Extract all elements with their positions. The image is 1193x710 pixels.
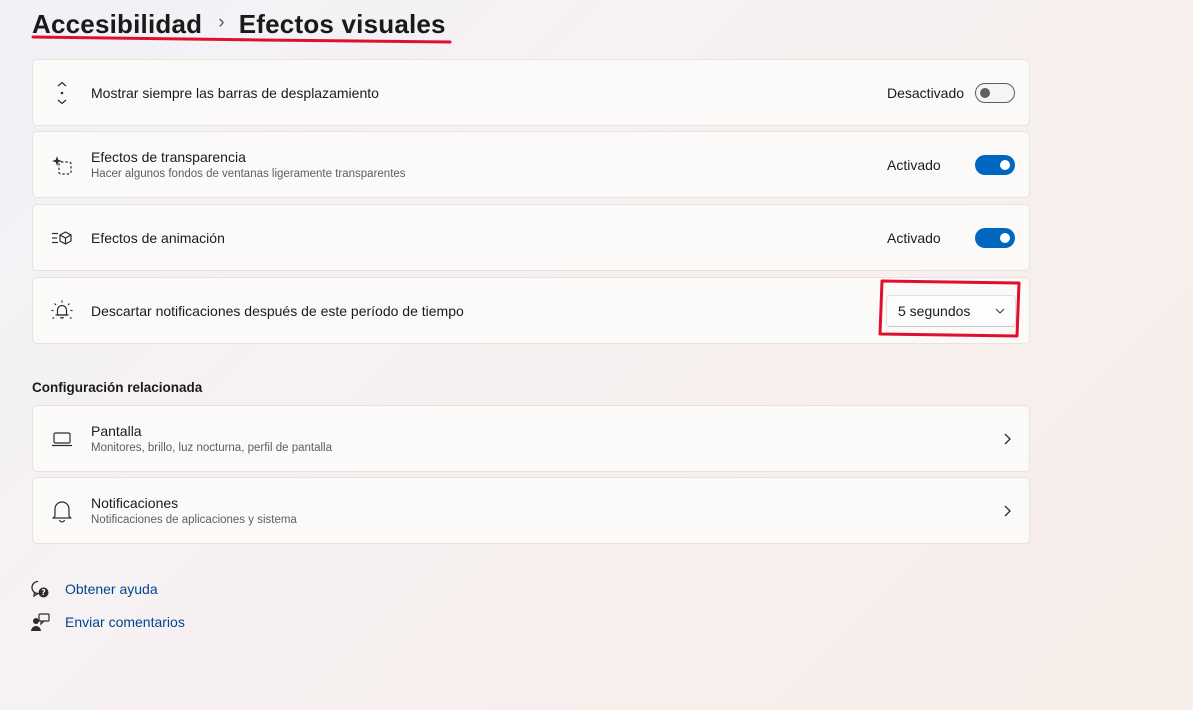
bell-icon [50,499,74,523]
toggle-knob [980,87,990,98]
toggle-knob [1000,159,1010,170]
notification-timeout-dropdown[interactable]: 5 segundos [886,294,1016,327]
breadcrumb: Accesibilidad › Efectos visuales [32,4,446,44]
send-feedback-link[interactable]: Enviar comentarios [30,611,185,633]
dropdown-value: 5 segundos [898,302,971,319]
toggle-knob [1000,232,1010,243]
related-item-description: Notificaciones de aplicaciones y sistema [91,513,297,526]
toggle-state-label: Activado [887,156,941,173]
scrollbar-icon [50,81,74,105]
breadcrumb-separator: › [218,12,225,33]
related-item-title: Pantalla [91,422,142,439]
setting-title: Efectos de transparencia [91,148,246,165]
send-feedback-label: Enviar comentarios [65,614,185,630]
breadcrumb-parent-accesibilidad[interactable]: Accesibilidad [32,9,202,40]
setting-dismiss-notifications-timeout[interactable]: Descartar notificaciones después de este… [32,277,1030,344]
chevron-down-icon [995,308,1005,314]
setting-transparency-effects[interactable]: Efectos de transparencia Hacer algunos f… [32,131,1030,198]
feedback-icon [30,612,50,632]
setting-always-show-scrollbars[interactable]: Mostrar siempre las barras de desplazami… [32,59,1030,126]
chevron-right-icon [1004,505,1011,516]
svg-text:?: ? [41,588,45,597]
notification-timer-icon [50,299,74,323]
related-settings-heading: Configuración relacionada [32,380,203,395]
toggle-state-label: Activado [887,229,941,246]
related-item-description: Monitores, brillo, luz nocturna, perfil … [91,441,332,454]
setting-animation-effects[interactable]: Efectos de animación Activado [32,204,1030,271]
get-help-label: Obtener ayuda [65,581,158,597]
related-item-pantalla[interactable]: Pantalla Monitores, brillo, luz nocturna… [32,405,1030,472]
help-icon: ? [30,579,50,599]
page-title: Efectos visuales [238,8,446,39]
animation-toggle[interactable] [975,227,1015,248]
related-item-notificaciones[interactable]: Notificaciones Notificaciones de aplicac… [32,477,1030,544]
setting-title: Mostrar siempre las barras de desplazami… [91,84,379,101]
setting-title: Descartar notificaciones después de este… [91,302,464,319]
related-item-title: Notificaciones [91,494,179,511]
display-icon [50,427,74,451]
transparency-toggle[interactable] [975,154,1015,175]
chevron-right-icon [1004,433,1011,444]
scrollbars-toggle[interactable] [975,82,1015,103]
setting-description: Hacer algunos fondos de ventanas ligeram… [91,167,406,180]
setting-title: Efectos de animación [91,229,225,246]
toggle-state-label: Desactivado [887,84,965,101]
get-help-link[interactable]: ? Obtener ayuda [30,578,158,600]
transparency-icon [50,153,74,177]
animation-icon [50,226,74,250]
